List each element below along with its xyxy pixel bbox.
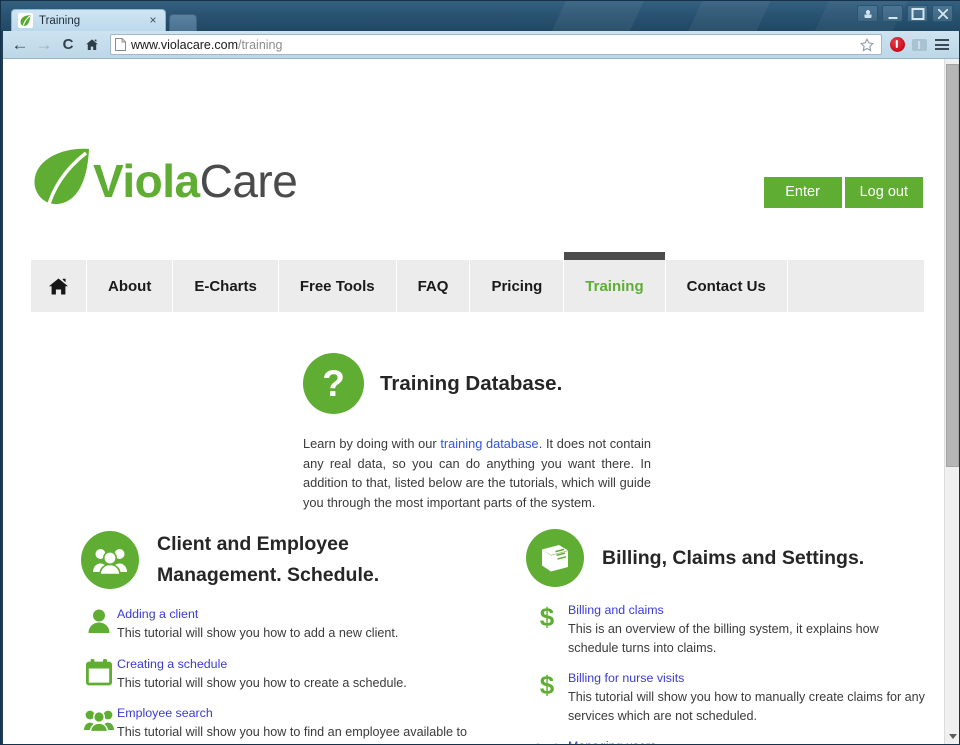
forward-icon[interactable]: → [32, 33, 56, 57]
tutorial-desc: This tutorial will show you how to add a… [117, 626, 399, 640]
window-controls [857, 5, 953, 22]
page-icon [115, 38, 126, 51]
tutorial-list: Adding a client This tutorial will show … [81, 606, 481, 744]
tab-close-icon[interactable]: × [146, 13, 160, 28]
reload-icon[interactable]: C [56, 33, 80, 57]
tutorial-link[interactable]: Creating a schedule [117, 656, 481, 673]
url-bar[interactable]: www.violacare.com/training [110, 34, 882, 55]
user-icon-button[interactable] [857, 5, 878, 22]
url-domain: www.violacare.com [131, 37, 238, 52]
column-header: Billing, Claims and Settings. [526, 529, 926, 587]
web-page: ViolaCare Enter Log out About E-Charts F… [3, 59, 944, 744]
dollar-icon: $ [539, 602, 555, 632]
nav-about[interactable]: About [87, 260, 174, 312]
url-text: www.violacare.com/training [131, 38, 857, 52]
leaf-logo-icon [31, 145, 93, 217]
group-icon [81, 705, 117, 744]
url-path: /training [237, 37, 283, 52]
tutorial-desc: This tutorial will show you how to find … [117, 725, 468, 744]
hero-header: ? Training Database. [303, 353, 663, 414]
tutorial-desc: This tutorial will show you how to manua… [568, 690, 925, 723]
window-close-button[interactable] [932, 5, 953, 22]
list-item-body: Billing and claims This is an overview o… [568, 602, 926, 657]
nav-faq[interactable]: FAQ [397, 260, 471, 312]
list-item: $ Billing for nurse visits This tutorial… [526, 670, 926, 725]
home-icon[interactable] [80, 33, 104, 57]
tutorial-list: $ Billing and claims This is an overview… [526, 602, 926, 744]
group-icon [526, 738, 568, 744]
book-icon [526, 529, 584, 587]
question-mark-icon: ? [303, 353, 364, 414]
list-item-body: Employee search This tutorial will show … [117, 705, 481, 744]
tutorial-desc: This tutorial will show you how to creat… [117, 675, 407, 690]
hamburger-menu-icon[interactable] [930, 33, 954, 57]
list-item: Adding a client This tutorial will show … [81, 606, 481, 643]
list-item: Managing users This tutorial will show y… [526, 738, 926, 744]
column-title: Client and Employee Management. Schedule… [157, 533, 380, 586]
brand-care: Care [199, 155, 298, 207]
tutorial-desc: This is an overview of the billing syste… [568, 622, 879, 655]
tutorial-link[interactable]: Billing and claims [568, 602, 926, 619]
nav-pricing[interactable]: Pricing [470, 260, 565, 312]
main-navigation: About E-Charts Free Tools FAQ Pricing Tr… [31, 252, 924, 312]
tutorial-link[interactable]: Employee search [117, 705, 481, 722]
column-title: Billing, Claims and Settings. [602, 546, 865, 569]
enter-button[interactable]: Enter [763, 177, 842, 208]
browser-tab[interactable]: Training × [11, 9, 166, 31]
person-icon [81, 606, 117, 643]
maximize-button[interactable] [907, 5, 928, 22]
window-titlebar: Training × [1, 1, 960, 31]
adblock-icon[interactable] [886, 34, 908, 56]
nav-training[interactable]: Training [564, 252, 666, 312]
list-item-body: Billing for nurse visits This tutorial w… [568, 670, 926, 725]
extension-icon[interactable] [908, 34, 930, 56]
minimize-button[interactable] [882, 5, 903, 22]
tab-title: Training [39, 14, 81, 27]
hero-text-before: Learn by doing with our [303, 436, 441, 451]
training-database-link[interactable]: training database [440, 436, 538, 451]
tutorial-link[interactable]: Billing for nurse visits [568, 670, 926, 687]
nav-filler [788, 260, 924, 312]
new-tab-button[interactable] [169, 14, 197, 31]
list-item-body: Adding a client This tutorial will show … [117, 606, 481, 643]
browser-window: Training × ← → C www.violacare.com/train… [0, 0, 960, 745]
list-item: Employee search This tutorial will show … [81, 705, 481, 744]
nav-free-tools[interactable]: Free Tools [279, 260, 397, 312]
leaf-favicon-icon [18, 13, 33, 28]
nav-contact-us[interactable]: Contact Us [666, 260, 788, 312]
column-header: Client and Employee Management. Schedule… [81, 529, 481, 591]
tutorial-link[interactable]: Managing users [568, 738, 926, 744]
scroll-down-button[interactable] [945, 729, 959, 744]
page-viewport: ViolaCare Enter Log out About E-Charts F… [3, 59, 959, 744]
calendar-icon [81, 656, 117, 693]
site-logo[interactable]: ViolaCare [31, 145, 298, 217]
star-icon[interactable] [857, 35, 877, 55]
hero-paragraph: Learn by doing with our training databas… [303, 434, 651, 512]
question-mark-glyph: ? [322, 363, 345, 404]
brand-text: ViolaCare [93, 155, 298, 207]
group-people-icon [81, 531, 139, 589]
browser-toolbar: ← → C www.violacare.com/training [3, 31, 959, 59]
page-title: Training Database. [380, 371, 563, 395]
list-item-body: Managing users This tutorial will show y… [568, 738, 926, 744]
list-item: $ Billing and claims This is an overview… [526, 602, 926, 657]
nav-home[interactable] [31, 260, 87, 312]
dollar-icon: $ [539, 670, 555, 700]
back-icon[interactable]: ← [8, 33, 32, 57]
nav-echarts[interactable]: E-Charts [173, 260, 279, 312]
logout-button[interactable]: Log out [844, 177, 923, 208]
hero-section: ? Training Database. Learn by doing with… [303, 353, 663, 512]
tutorial-link[interactable]: Adding a client [117, 606, 481, 623]
billing-claims-column: Billing, Claims and Settings. $ Billing … [526, 529, 926, 744]
client-employee-column: Client and Employee Management. Schedule… [81, 529, 481, 744]
list-item: Creating a schedule This tutorial will s… [81, 656, 481, 693]
header-actions: Enter Log out [763, 177, 923, 208]
page-scrollbar[interactable] [944, 59, 959, 744]
brand-viola: Viola [93, 155, 200, 207]
list-item-body: Creating a schedule This tutorial will s… [117, 656, 481, 693]
scrollbar-thumb[interactable] [946, 64, 959, 467]
